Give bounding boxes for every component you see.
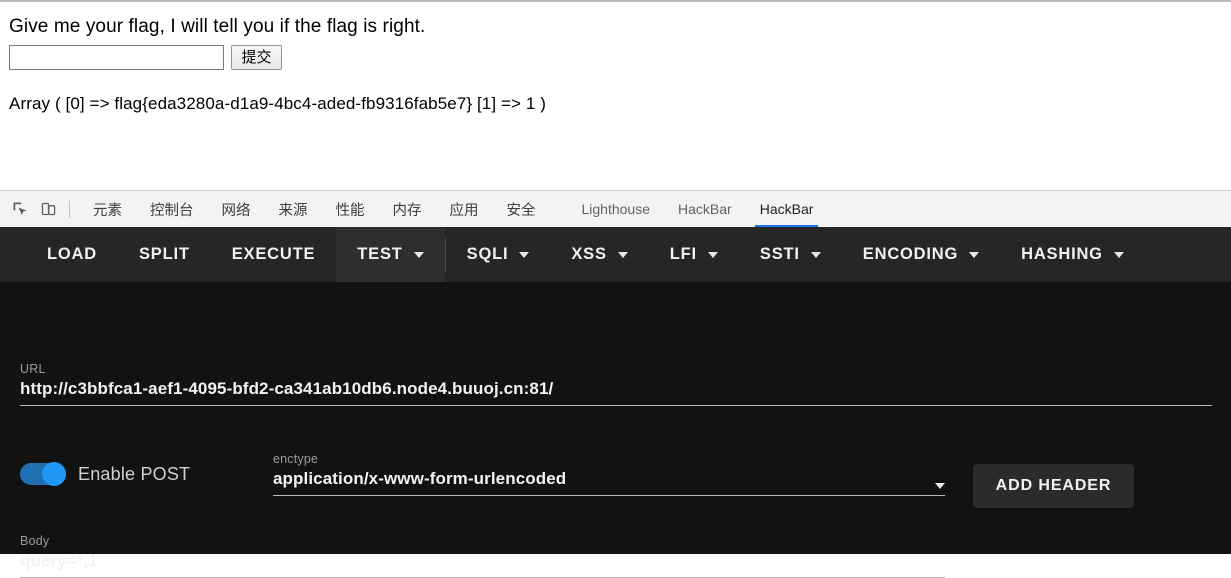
chevron-down-icon: [969, 251, 980, 258]
execute-label: EXECUTE: [231, 245, 316, 263]
toggle-knob: [42, 462, 66, 486]
tab-hackbar-2[interactable]: HackBar: [746, 191, 828, 228]
enctype-label: enctype: [273, 452, 319, 466]
url-underline: [20, 405, 1212, 406]
url-label: URL: [20, 362, 46, 376]
body-field-group: Body query=*,1: [20, 534, 945, 578]
chevron-down-icon: [413, 251, 424, 258]
flag-form: 提交: [9, 45, 282, 70]
enable-post-toggle[interactable]: Enable POST: [20, 462, 191, 486]
ssti-label: SSTI: [759, 245, 800, 263]
enable-post-label: Enable POST: [78, 463, 191, 484]
enctype-value: application/x-www-form-urlencoded: [273, 469, 567, 488]
page-heading: Give me your flag, I will tell you if th…: [9, 16, 426, 37]
split-label: SPLIT: [138, 245, 190, 263]
toggle-switch[interactable]: [20, 462, 66, 486]
tab-network[interactable]: 网络: [208, 191, 265, 228]
chevron-down-icon: [1113, 251, 1124, 258]
url-input[interactable]: http://c3bbfca1-aef1-4095-bfd2-ca341ab10…: [20, 379, 1212, 405]
add-header-button[interactable]: ADD HEADER: [973, 464, 1134, 508]
sqli-label: SQLI: [466, 245, 509, 263]
chevron-down-icon: [707, 251, 718, 258]
tab-lighthouse[interactable]: Lighthouse: [568, 191, 665, 228]
post-options-row: Enable POST enctype application/x-www-fo…: [20, 447, 1212, 509]
load-label: LOAD: [47, 245, 97, 263]
enctype-underline: [273, 495, 945, 496]
split-button[interactable]: SPLIT: [118, 227, 211, 282]
body-label: Body: [20, 534, 50, 548]
encoding-menu-button[interactable]: ENCODING: [842, 227, 1000, 282]
chevron-down-icon: [810, 251, 821, 258]
hashing-label: HASHING: [1021, 245, 1103, 263]
tab-sources[interactable]: 来源: [265, 191, 322, 228]
tab-console[interactable]: 控制台: [136, 191, 208, 228]
tab-hackbar-1[interactable]: HackBar: [664, 191, 746, 228]
hashing-menu-button[interactable]: HASHING: [1000, 227, 1145, 282]
test-label: TEST: [357, 245, 403, 263]
web-page-viewport: Give me your flag, I will tell you if th…: [0, 0, 1231, 190]
devtools-tabbar: 元素 控制台 网络 来源 性能 内存 应用 安全 Lighthouse Hack…: [0, 190, 1231, 228]
submit-button[interactable]: 提交: [231, 45, 282, 70]
enctype-select[interactable]: application/x-www-form-urlencoded: [273, 469, 945, 495]
tab-memory[interactable]: 内存: [379, 191, 436, 228]
chevron-down-icon: [617, 251, 628, 258]
flag-result-output: Array ( [0] => flag{eda3280a-d1a9-4bc4-a…: [9, 94, 547, 113]
device-toolbar-icon[interactable]: [34, 196, 62, 222]
xss-menu-button[interactable]: XSS: [550, 227, 648, 282]
xss-label: XSS: [571, 245, 607, 263]
flag-input[interactable]: [9, 45, 224, 70]
hackbar-toolbar: LOAD SPLIT EXECUTE TEST SQLI XSS LFI SST…: [0, 227, 1231, 282]
chevron-down-icon: [519, 251, 530, 258]
body-input[interactable]: query=*,1: [20, 551, 945, 577]
ssti-menu-button[interactable]: SSTI: [739, 227, 842, 282]
lfi-menu-button[interactable]: LFI: [649, 227, 739, 282]
encoding-label: ENCODING: [862, 245, 959, 263]
load-button[interactable]: LOAD: [26, 227, 118, 282]
tab-security[interactable]: 安全: [493, 191, 550, 228]
inspect-element-icon[interactable]: [6, 196, 34, 222]
toolbar-divider: [69, 200, 70, 218]
sqli-menu-button[interactable]: SQLI: [446, 227, 551, 282]
enctype-field-group: enctype application/x-www-form-urlencode…: [273, 452, 945, 496]
tab-performance[interactable]: 性能: [322, 191, 379, 228]
tab-elements[interactable]: 元素: [79, 191, 136, 228]
url-field-group: URL http://c3bbfca1-aef1-4095-bfd2-ca341…: [20, 362, 1212, 406]
chevron-down-icon: [935, 483, 945, 489]
test-menu-button[interactable]: TEST: [336, 227, 445, 282]
execute-button[interactable]: EXECUTE: [211, 227, 337, 282]
lfi-label: LFI: [669, 245, 697, 263]
hackbar-panel: LOAD SPLIT EXECUTE TEST SQLI XSS LFI SST…: [0, 227, 1231, 578]
tab-application[interactable]: 应用: [436, 191, 493, 228]
